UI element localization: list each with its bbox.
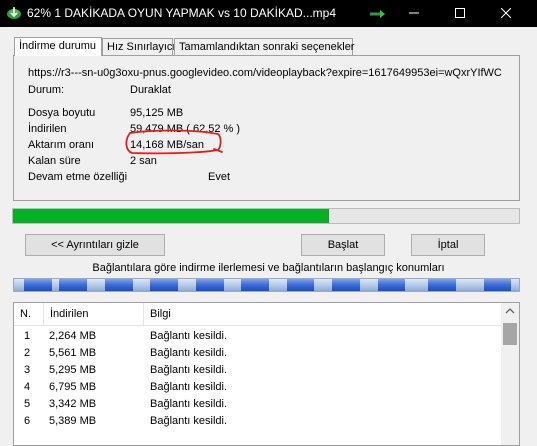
connection-segment: [241, 279, 270, 291]
window-title: 62% 1 DAKİKADA OYUN YAPMAK vs 10 DAKİKAD…: [27, 6, 337, 20]
status-value: Duraklat: [130, 84, 171, 96]
connection-segment: [195, 279, 224, 291]
file-size-value: 95,125 MB: [130, 107, 184, 119]
table-row[interactable]: 1 2,264 MB Bağlantı kesildi.: [14, 328, 501, 345]
download-progress-fill: [13, 209, 330, 223]
row-downloaded: 3,342 MB: [49, 398, 97, 410]
close-button[interactable]: [483, 0, 529, 27]
row-number: 1: [24, 330, 31, 342]
time-left-value: 2 san: [130, 155, 157, 167]
time-left-label: Kalan süre: [28, 155, 81, 167]
resume-capability-label: Devam etme özelliği: [28, 171, 128, 183]
row-number: 5: [24, 398, 31, 410]
column-header-number[interactable]: N.: [14, 303, 44, 325]
downloaded-label: İndirilen: [28, 123, 67, 135]
row-info: Bağlantı kesildi.: [150, 347, 228, 359]
app-icon: [7, 7, 21, 19]
tray-download-icon: [370, 10, 385, 18]
row-info: Bağlantı kesildi.: [150, 415, 228, 427]
row-downloaded: 5,561 MB: [49, 347, 97, 359]
row-number: 3: [24, 364, 31, 376]
row-number: 4: [24, 381, 31, 393]
download-url: https://r3---sn-u0g3oxu-pnus.googlevideo…: [28, 67, 502, 79]
status-panel: https://r3---sn-u0g3oxu-pnus.googlevideo…: [13, 55, 520, 201]
column-header-downloaded[interactable]: İndirilen: [44, 303, 144, 325]
tab-download-status[interactable]: İndirme durumu: [14, 37, 102, 56]
row-downloaded: 5,295 MB: [49, 364, 97, 376]
table-header: N. İndirilen Bilgi: [14, 303, 501, 326]
connection-segment: [483, 279, 512, 291]
connection-segment: [332, 279, 360, 291]
column-header-info[interactable]: Bilgi: [144, 303, 501, 325]
connection-segment: [150, 279, 179, 291]
row-number: 2: [24, 347, 31, 359]
table-row[interactable]: 2 5,561 MB Bağlantı kesildi.: [14, 345, 501, 362]
connection-segment: [428, 279, 456, 291]
row-info: Bağlantı kesildi.: [150, 364, 228, 376]
download-progress-bar: [12, 208, 520, 224]
cancel-button[interactable]: İptal: [411, 234, 485, 256]
table-scrollbar[interactable]: [501, 303, 519, 445]
red-annotation-circle: [125, 129, 223, 155]
connections-caption: Bağlantılara göre indirme ilerlemesi ve …: [92, 262, 445, 274]
table-row[interactable]: 4 6,795 MB Bağlantı kesildi.: [14, 379, 501, 396]
download-dialog: İndirme durumu Hız Sınırlayıcı Tamamland…: [0, 27, 537, 446]
table-row[interactable]: 6 5,389 MB Bağlantı kesildi.: [14, 413, 501, 430]
tab-speed-limiter[interactable]: Hız Sınırlayıcı: [102, 38, 175, 55]
start-button[interactable]: Başlat: [301, 234, 385, 256]
row-info: Bağlantı kesildi.: [150, 330, 228, 342]
table-row[interactable]: 3 5,295 MB Bağlantı kesildi.: [14, 362, 501, 379]
scroll-up-icon[interactable]: [501, 303, 519, 320]
tab-on-completion[interactable]: Tamamlandıktan sonraki seçenekler: [174, 38, 354, 55]
status-label: Durum:: [28, 84, 65, 96]
maximize-icon: [455, 8, 465, 18]
connections-table: N. İndirilen Bilgi 1 2,264 MB Bağlantı kes…: [13, 302, 520, 446]
hide-details-button[interactable]: << Ayrıntıları gizle: [25, 234, 165, 256]
scrollbar-thumb[interactable]: [503, 323, 517, 345]
connection-segment: [59, 279, 88, 291]
close-icon: [501, 8, 511, 18]
row-downloaded: 2,264 MB: [49, 330, 97, 342]
row-info: Bağlantı kesildi.: [150, 381, 228, 393]
maximize-button[interactable]: [437, 0, 483, 27]
connection-segment: [24, 279, 52, 291]
table-row[interactable]: 5 3,342 MB Bağlantı kesildi.: [14, 396, 501, 413]
connection-segment: [377, 279, 406, 291]
resume-capability-value: Evet: [208, 171, 231, 183]
row-downloaded: 5,389 MB: [49, 415, 97, 427]
transfer-rate-label: Aktarım oranı: [28, 139, 95, 151]
row-number: 6: [24, 415, 31, 427]
connection-segment: [104, 279, 133, 291]
row-info: Bağlantı kesildi.: [150, 398, 228, 410]
title-bar: 62% 1 DAKİKADA OYUN YAPMAK vs 10 DAKİKAD…: [0, 0, 537, 27]
minimize-icon: [409, 12, 419, 14]
connection-segment: [286, 279, 315, 291]
file-size-label: Dosya boyutu: [28, 107, 96, 119]
minimize-button[interactable]: [391, 0, 437, 27]
connection-segments-bar: [13, 278, 520, 292]
row-downloaded: 6,795 MB: [49, 381, 97, 393]
